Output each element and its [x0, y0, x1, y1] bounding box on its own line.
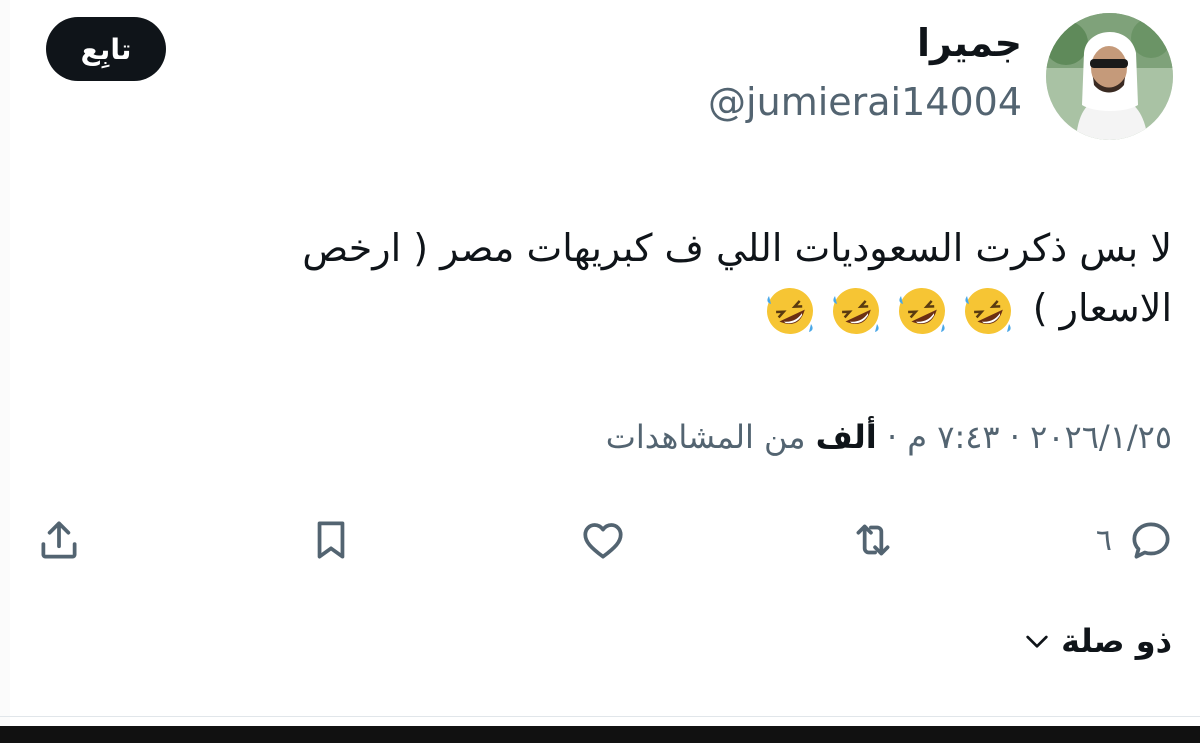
meta-separator: ·: [886, 418, 898, 456]
heart-icon: [583, 523, 623, 559]
follow-button[interactable]: تابِع: [46, 17, 166, 81]
divider: [0, 716, 1200, 717]
bookmark-icon: [317, 521, 345, 559]
tweet-date[interactable]: ٢٠٢٦/١/٢٥: [1030, 418, 1172, 456]
reply-icon: [1132, 522, 1170, 559]
emoji-row: [763, 284, 1015, 338]
related-label: ذو صلة: [1061, 622, 1172, 660]
tweet-text-line-2: الاسعار ): [152, 278, 1172, 338]
rolling-laughing-emoji-icon: [898, 287, 945, 334]
display-name[interactable]: جميرا: [917, 24, 1022, 62]
tweet-text: لا بس ذكرت السعوديات اللي ف كبريهات مصر …: [152, 218, 1172, 338]
tweet-page: جميرا @jumierai14004 تابِع لا بس ذكرت ال…: [0, 0, 1200, 743]
tweet-text-line-2-words: الاسعار ): [1032, 286, 1172, 330]
retweet-icon: [856, 524, 890, 556]
bookmark-button[interactable]: [306, 513, 356, 567]
chevron-down-icon: [1026, 635, 1048, 648]
rolling-laughing-emoji-icon: [832, 287, 879, 334]
bottom-bar: [0, 726, 1200, 743]
views-label: من المشاهدات: [605, 418, 806, 456]
views-count: ألف: [815, 418, 877, 456]
reply-count: ٦: [1095, 522, 1112, 558]
avatar-photo: [1046, 13, 1173, 140]
reply-button[interactable]: ٦: [1096, 513, 1176, 567]
avatar[interactable]: [1046, 13, 1173, 140]
tweet-meta: ٢٠٢٦/١/٢٥ · ٧:٤٣ م · ألف من المشاهدات: [606, 418, 1172, 456]
share-button[interactable]: [34, 513, 84, 567]
retweet-button[interactable]: [848, 513, 898, 567]
action-bar: ٦: [0, 505, 1200, 575]
rolling-laughing-emoji-icon: [964, 287, 1011, 334]
meta-separator: ·: [1009, 418, 1020, 456]
tweet-text-line-1: لا بس ذكرت السعوديات اللي ف كبريهات مصر …: [302, 226, 1172, 270]
tweet-time[interactable]: ٧:٤٣ م: [907, 418, 999, 456]
rolling-laughing-emoji-icon: [766, 287, 813, 334]
user-handle[interactable]: @jumierai14004: [708, 81, 1022, 124]
share-icon: [41, 521, 77, 559]
left-edge-strip: [0, 0, 10, 743]
like-button[interactable]: [578, 513, 628, 567]
related-toggle[interactable]: ذو صلة: [1021, 622, 1172, 660]
